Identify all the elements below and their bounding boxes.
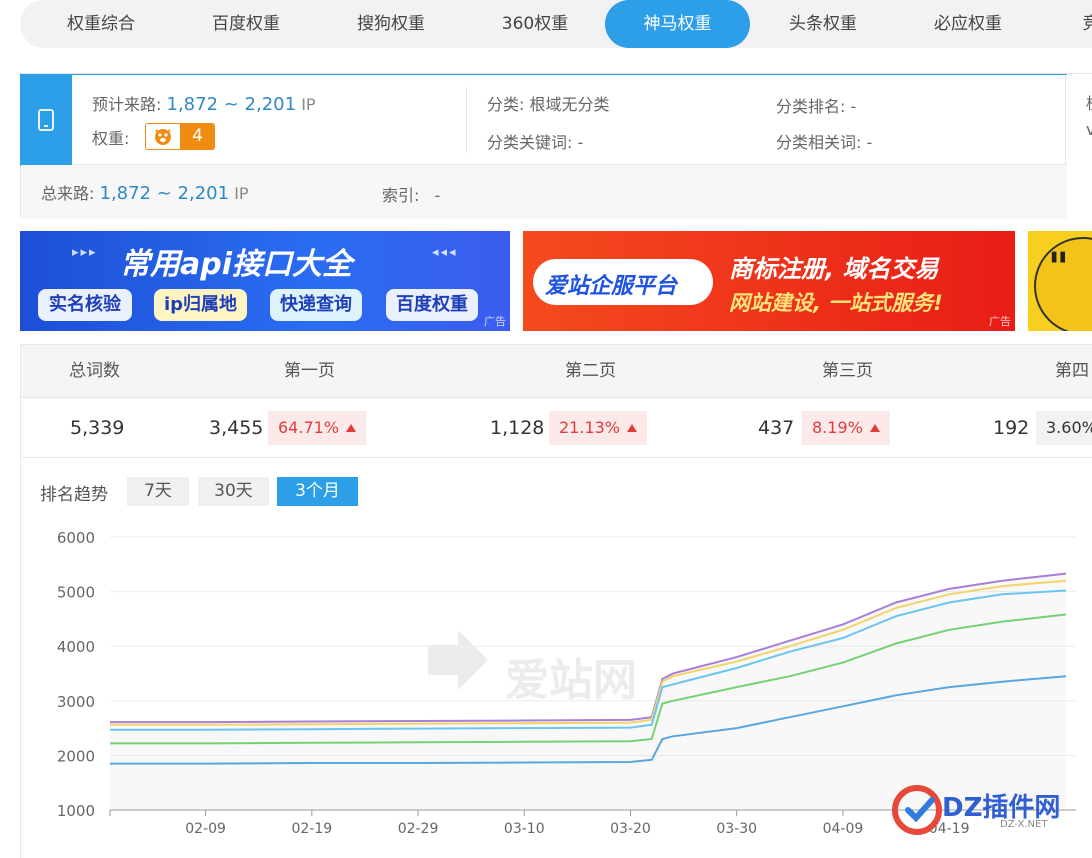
dz-logo-sub: DZ-X.NET [1000, 819, 1048, 830]
ad1-chip: 快递查询 [270, 289, 362, 321]
header-total: 总词数 [69, 361, 120, 381]
table-header: 总词数 第一页 第二页 第三页 第四 [21, 345, 1092, 398]
mobile-icon [38, 109, 54, 131]
svg-text:": " [1048, 245, 1069, 291]
ad1-tag: 广告 [484, 315, 506, 328]
weight-info-panel: 预计来路: 1,872 ~ 2,201 IP 权重: 4 分类: 根域无分类 分… [20, 73, 1067, 219]
right-cut-2: v [1086, 120, 1092, 139]
weight-badge: 4 [145, 123, 215, 150]
header-page1: 第一页 [284, 361, 335, 381]
total-words: 5,339 [70, 417, 125, 439]
category-related: 分类相关词: - [776, 129, 872, 153]
ranking-table: 总词数 第一页 第二页 第三页 第四 5,339 3,455 64.71% 1,… [20, 344, 1092, 458]
category-label: 分类: [487, 95, 525, 114]
range-30d-button[interactable]: 30天 [198, 477, 269, 506]
tab-sogou[interactable]: 搜狗权重 [338, 0, 444, 48]
category-rank: 分类排名: - [776, 93, 856, 117]
up-arrow-icon [869, 424, 880, 432]
category-rank-value: - [850, 97, 857, 116]
tab-overall[interactable]: 权重综合 [48, 0, 154, 48]
ad2-left-text: 爱站企服平台 [545, 274, 678, 299]
range-3m-button[interactable]: 3个月 [277, 477, 358, 506]
right-panel-cut: 桂 v [1066, 73, 1092, 219]
mobile-badge [20, 74, 72, 166]
divider [466, 87, 467, 153]
page2-pct: 21.13% [549, 411, 648, 445]
trend-label: 排名趋势 [40, 485, 108, 505]
page4-pct-value: 3.60% [1046, 418, 1092, 437]
up-arrow-icon [346, 424, 357, 432]
page3-count: 437 [758, 417, 795, 439]
page1-pct: 64.71% [268, 411, 367, 445]
arrows-left-icon: ▸▸▸ [72, 245, 98, 260]
ad1-chip: 实名核验 [38, 289, 132, 321]
ad-quote-banner[interactable]: " [1028, 231, 1092, 331]
page1-pct-value: 64.71% [278, 418, 340, 437]
page2-pct-value: 21.13% [559, 418, 621, 437]
tab-toutiao[interactable]: 头条权重 [770, 0, 876, 48]
ad2-line1: 商标注册, 域名交易 [729, 255, 939, 283]
weight-label: 权重: [92, 129, 130, 148]
index-value: - [434, 186, 441, 205]
dz-logo: DZ插件网 DZ-X.NET [890, 783, 1080, 838]
arrows-right-icon: ◂◂◂ [432, 245, 458, 260]
ad2-line2: 网站建设, 一站式服务! [729, 291, 943, 315]
ad1-chip: 百度权重 [386, 289, 478, 321]
total-traffic: 总来路: 1,872 ~ 2,201 IP [41, 180, 249, 204]
category-value: 根域无分类 [529, 95, 610, 114]
weight-value: 4 [180, 124, 214, 149]
ad-aizhan-banner[interactable]: 爱站企服平台 商标注册, 域名交易 网站建设, 一站式服务! 广告 [523, 231, 1015, 331]
total-value: 1,872 ~ 2,201 [99, 183, 230, 204]
up-arrow-icon [627, 424, 638, 432]
info-top: 预计来路: 1,872 ~ 2,201 IP 权重: 4 分类: 根域无分类 分… [20, 74, 1067, 166]
page4-pct: 3.60% [1036, 411, 1092, 445]
header-page3: 第三页 [822, 361, 873, 381]
total-label: 总来路: [41, 184, 95, 203]
shenma-horse-icon [146, 124, 180, 149]
ad1-chip: ip归属地 [154, 289, 248, 321]
category-related-value: - [866, 133, 873, 152]
traffic-unit: IP [301, 95, 316, 114]
category-rank-label: 分类排名: [776, 97, 846, 116]
page2-count: 1,128 [490, 417, 545, 439]
header-page2: 第二页 [565, 361, 616, 381]
header-page4: 第四 [1055, 361, 1089, 381]
weight-tabs: 权重综合 百度权重 搜狗权重 360权重 神马权重 头条权重 必应权重 竞 [20, 0, 1092, 48]
category-keyword-label: 分类关键词: [487, 133, 573, 152]
quote-icon: " [1034, 237, 1092, 331]
page3-pct-value: 8.19% [812, 418, 863, 437]
category-related-label: 分类相关词: [776, 133, 862, 152]
page3-pct: 8.19% [802, 411, 890, 445]
tab-more[interactable]: 竞 [1076, 0, 1092, 48]
ad1-title: 常用api接口大全 [120, 247, 353, 282]
estimated-traffic: 预计来路: 1,872 ~ 2,201 IP [92, 91, 316, 115]
info-bottom: 总来路: 1,872 ~ 2,201 IP 索引: - [21, 165, 1067, 219]
range-7d-button[interactable]: 7天 [127, 477, 189, 506]
total-unit: IP [234, 184, 249, 203]
index-count: 索引: - [382, 182, 440, 206]
category: 分类: 根域无分类 [487, 91, 610, 115]
right-cut-1: 桂 [1086, 90, 1092, 114]
traffic-value: 1,872 ~ 2,201 [166, 94, 297, 115]
page1-count: 3,455 [209, 417, 264, 439]
ad-api-banner[interactable]: ▸▸▸ 常用api接口大全 ◂◂◂ 实名核验 ip归属地 快递查询 百度权重 广… [20, 231, 510, 331]
category-keyword: 分类关键词: - [487, 129, 583, 153]
page4-count: 192 [993, 417, 1030, 439]
ad2-tag: 广告 [989, 315, 1011, 328]
tab-baidu[interactable]: 百度权重 [193, 0, 299, 48]
tab-bing[interactable]: 必应权重 [915, 0, 1021, 48]
tab-360[interactable]: 360权重 [482, 0, 588, 48]
category-keyword-value: - [577, 133, 584, 152]
traffic-label: 预计来路: [92, 95, 162, 114]
index-label: 索引: [382, 186, 420, 205]
tab-shenma[interactable]: 神马权重 [605, 0, 750, 48]
